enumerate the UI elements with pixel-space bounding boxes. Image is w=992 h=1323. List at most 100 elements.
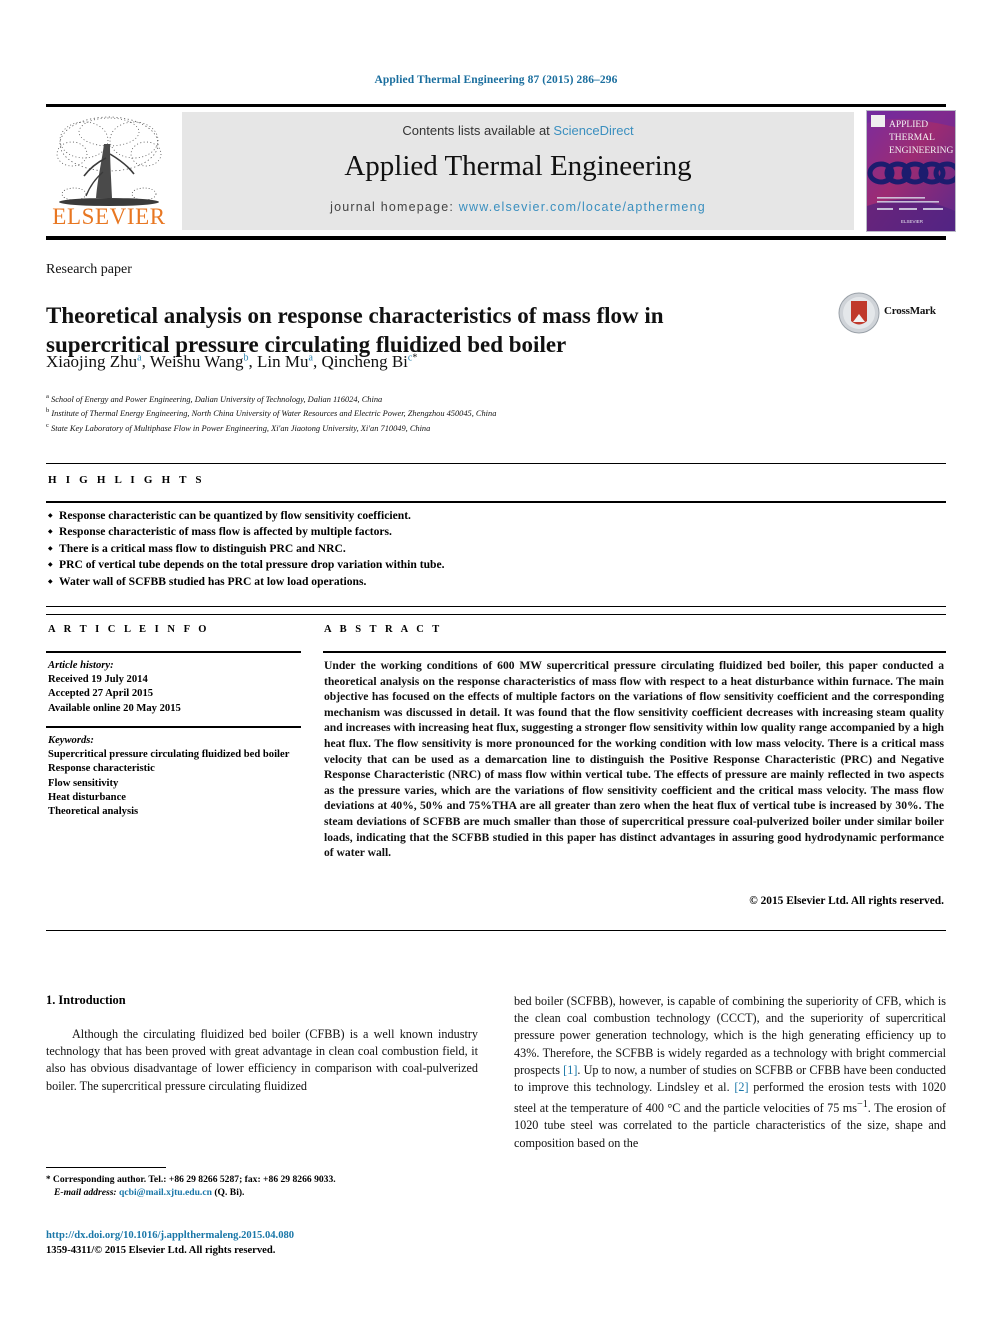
list-item: Response characteristic of mass flow is …	[48, 524, 928, 541]
journal-masthead: ELSEVIER Contents lists available at Sci…	[46, 110, 956, 232]
abstract-copyright: © 2015 Elsevier Ltd. All rights reserved…	[749, 895, 944, 907]
doi-block: http://dx.doi.org/10.1016/j.applthermale…	[46, 1229, 486, 1259]
history-received: Received 19 July 2014	[48, 674, 148, 686]
svg-text:APPLIED: APPLIED	[889, 120, 928, 130]
author-3-name: Lin Mu	[257, 352, 309, 371]
crossmark-badge[interactable]: CrossMark	[838, 292, 946, 336]
crossmark-label: CrossMark	[884, 305, 936, 317]
journal-cover-thumbnail: APPLIED THERMAL ENGINEERING ELSEVIER	[866, 110, 956, 232]
crossmark-icon	[838, 292, 880, 334]
footnote-block: * Corresponding author. Tel.: +86 29 826…	[46, 1173, 486, 1200]
page-title: Theoretical analysis on response charact…	[46, 303, 664, 358]
affiliation-c-mark: c	[46, 421, 49, 429]
corresponding-author-mark: *	[412, 352, 418, 364]
issn-copyright-line: 1359-4311/© 2015 Elsevier Ltd. All right…	[46, 1244, 276, 1256]
masthead-bottom-rule	[46, 236, 946, 240]
affiliation-b-mark: b	[46, 407, 50, 415]
highlight-3: There is a critical mass flow to disting…	[59, 541, 346, 555]
paper-page: Applied Thermal Engineering 87 (2015) 28…	[0, 0, 992, 1323]
article-info-heading: A R T I C L E I N F O	[48, 624, 210, 635]
citation-ref-2[interactable]: [2]	[734, 1080, 748, 1094]
author-sep-1: ,	[141, 352, 150, 371]
keyword-1: Supercritical pressure circulating fluid…	[48, 749, 290, 761]
journal-homepage-line: journal homepage: www.elsevier.com/locat…	[182, 200, 854, 214]
abstract-bottom-rule	[46, 930, 946, 931]
section-heading-introduction: 1. Introduction	[46, 993, 126, 1007]
highlights-heading: H I G H L I G H T S	[48, 474, 205, 486]
keyword-5: Theoretical analysis	[48, 806, 139, 818]
keyword-2: Response characteristic	[48, 763, 155, 775]
corresponding-author-text: Corresponding author. Tel.: +86 29 8266 …	[50, 1174, 336, 1185]
contents-prefix: Contents lists available at	[402, 123, 554, 138]
email-link[interactable]: qcbi@mail.xjtu.edu.cn	[119, 1187, 212, 1198]
homepage-prefix: journal homepage:	[330, 200, 459, 214]
author-sep-2: ,	[248, 352, 258, 371]
affiliation-c-text: State Key Laboratory of Multiphase Flow …	[51, 423, 431, 433]
cover-art-icon: APPLIED THERMAL ENGINEERING ELSEVIER	[867, 111, 955, 231]
keywords-block: Keywords: Supercritical pressure circula…	[48, 734, 298, 819]
affiliation-b-text: Institute of Thermal Energy Engineering,…	[51, 409, 497, 419]
author-4-name: Qincheng Bi	[321, 352, 408, 371]
affiliation-b: b Institute of Thermal Energy Engineerin…	[46, 405, 826, 419]
elsevier-tree-icon	[56, 116, 162, 206]
list-item: Water wall of SCFBB studied has PRC at l…	[48, 574, 928, 591]
keywords-label: Keywords:	[48, 735, 94, 746]
history-accepted: Accepted 27 April 2015	[48, 688, 154, 700]
keywords-rule	[46, 726, 301, 728]
intro-paragraph-right: bed boiler (SCFBB), however, is capable …	[514, 993, 946, 1152]
highlights-top-rule	[46, 463, 946, 464]
masthead-top-rule	[46, 104, 946, 107]
journal-title: Applied Thermal Engineering	[344, 150, 692, 182]
svg-text:ELSEVIER: ELSEVIER	[901, 219, 924, 224]
elsevier-wordmark: ELSEVIER	[52, 204, 166, 229]
author-list: Xiaojing Zhua, Weishu Wangb, Lin Mua, Qi…	[46, 352, 746, 372]
affiliation-c: c State Key Laboratory of Multiphase Flo…	[46, 420, 826, 434]
sciencedirect-link[interactable]: ScienceDirect	[553, 123, 633, 138]
highlight-4: PRC of vertical tube depends on the tota…	[59, 558, 445, 572]
svg-text:ENGINEERING: ENGINEERING	[889, 146, 954, 156]
email-note: E-mail address: qcbi@mail.xjtu.edu.cn (Q…	[46, 1186, 486, 1199]
abstract-text: Under the working conditions of 600 MW s…	[324, 659, 944, 860]
running-head: Applied Thermal Engineering 87 (2015) 28…	[374, 74, 618, 86]
article-type: Research paper	[46, 262, 132, 277]
intro-paragraph-left: Although the circulating fluidized bed b…	[46, 1027, 478, 1093]
author-2-name: Weishu Wang	[149, 352, 244, 371]
highlights-list: Response characteristic can be quantized…	[48, 508, 928, 591]
masthead-panel: Contents lists available at ScienceDirec…	[182, 112, 854, 230]
info-left-rule	[46, 651, 301, 653]
article-history: Article history: Received 19 July 2014 A…	[48, 659, 298, 716]
homepage-url-link[interactable]: www.elsevier.com/locate/apthermeng	[459, 200, 706, 214]
corresponding-author-note: * Corresponding author. Tel.: +86 29 826…	[46, 1173, 486, 1186]
highlight-1: Response characteristic can be quantized…	[59, 509, 411, 522]
body-column-right: bed boiler (SCFBB), however, is capable …	[514, 993, 946, 1152]
affiliation-a: a School of Energy and Power Engineering…	[46, 391, 826, 405]
keyword-4: Heat disturbance	[48, 791, 126, 803]
contents-line: Contents lists available at ScienceDirec…	[182, 123, 854, 138]
affiliation-a-text: School of Energy and Power Engineering, …	[51, 394, 383, 404]
footnote-rule	[46, 1167, 166, 1168]
info-right-rule	[323, 651, 946, 653]
abstract-heading: A B S T R A C T	[324, 624, 443, 635]
affiliation-a-mark: a	[46, 393, 49, 400]
author-1-name: Xiaojing Zhu	[46, 352, 138, 371]
doi-link[interactable]: http://dx.doi.org/10.1016/j.applthermale…	[46, 1229, 486, 1244]
email-label: E-mail address:	[54, 1187, 117, 1199]
history-available: Available online 20 May 2015	[48, 702, 181, 714]
highlights-bottom-rule	[46, 606, 946, 607]
highlight-5: Water wall of SCFBB studied has PRC at l…	[59, 574, 367, 588]
list-item: PRC of vertical tube depends on the tota…	[48, 557, 928, 574]
citation-ref-1[interactable]: [1]	[563, 1063, 577, 1077]
affiliation-list: a School of Energy and Power Engineering…	[46, 391, 826, 434]
body-column-left: 1. Introduction Although the circulating…	[46, 993, 478, 1095]
velocity-unit-exponent: −1	[856, 1099, 868, 1111]
list-item: Response characteristic can be quantized…	[48, 508, 928, 525]
svg-text:THERMAL: THERMAL	[889, 133, 935, 143]
highlight-2: Response characteristic of mass flow is …	[59, 525, 392, 539]
list-item: There is a critical mass flow to disting…	[48, 541, 928, 558]
highlights-mid-rule	[46, 501, 946, 503]
email-owner: (Q. Bi).	[214, 1187, 245, 1199]
elsevier-logo: ELSEVIER	[46, 112, 172, 232]
article-history-label: Article history:	[48, 660, 114, 671]
keyword-3: Flow sensitivity	[48, 777, 119, 789]
info-top-rule	[46, 614, 946, 615]
